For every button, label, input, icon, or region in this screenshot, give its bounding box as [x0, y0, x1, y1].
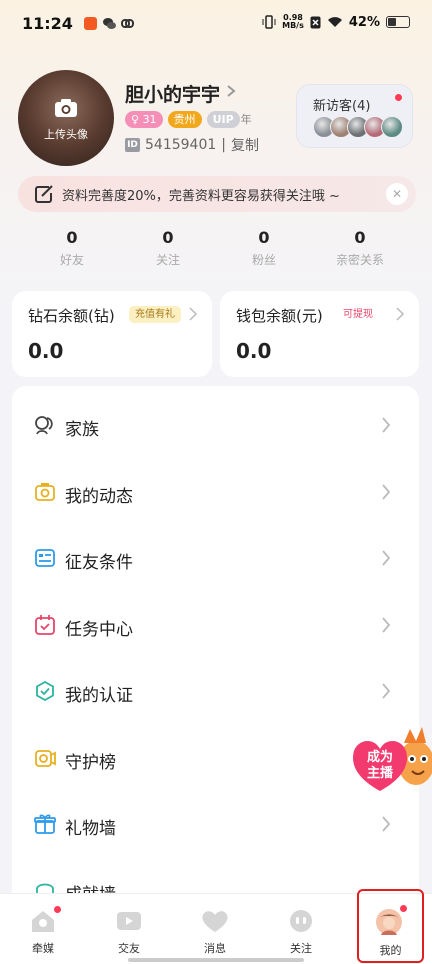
tab-messages[interactable]: 消息 [172, 894, 258, 964]
visitor-avatars [313, 116, 405, 138]
visitors-title: 新访客(4) [313, 99, 371, 114]
diamond-balance-title: 钻石余额(钻) [28, 307, 115, 325]
menu-item-task-center[interactable]: 任务中心 [12, 593, 419, 659]
withdrawable-badge: 可提现 [343, 309, 373, 320]
stat-friends[interactable]: 0 好友 [24, 228, 120, 272]
visitor-avatar [381, 116, 403, 138]
diamond-balance-card[interactable]: 钻石余额(钻) 充值有礼 0.0 [12, 291, 212, 377]
camera-icon [35, 483, 55, 501]
chevron-right-icon [189, 307, 198, 321]
chevron-right-icon [382, 417, 391, 433]
chevron-right-icon [382, 816, 391, 832]
wifi-icon [327, 17, 342, 27]
me-unread-dot [400, 905, 407, 912]
me-avatar-icon [376, 909, 402, 935]
stat-following[interactable]: 0 关注 [120, 228, 216, 272]
id-icon: ID [125, 138, 140, 152]
bottom-tab-bar: 牵媒 交友 消息 关注 我的 [0, 889, 432, 964]
recharge-gift-badge: 充值有礼 [129, 306, 181, 323]
home-unread-dot [54, 906, 61, 913]
profile-card-icon [35, 549, 55, 567]
vip-year-label: 年 [240, 113, 252, 126]
guard-icon [35, 750, 56, 767]
age-tag: ♀ 31 [125, 111, 163, 128]
status-bar: 11:24 0.98 MB/s 42% [0, 0, 432, 50]
menu-item-family[interactable]: 家族 [12, 393, 419, 459]
menu-item-gift-wall[interactable]: 礼物墙 [12, 792, 419, 858]
gift-icon [34, 814, 56, 834]
video-icon [117, 912, 141, 930]
shield-check-icon [36, 680, 54, 702]
avatar-upload[interactable]: 上传头像 [18, 70, 114, 166]
menu-item-dating-criteria[interactable]: 征友条件 [12, 526, 419, 592]
profile-tags: ♀ 31 贵州 UIP 年 [125, 111, 252, 128]
chevron-right-icon[interactable] [224, 84, 238, 98]
tab-follow[interactable]: 关注 [258, 894, 344, 964]
close-banner-button[interactable]: ✕ [386, 183, 408, 205]
stat-intimate[interactable]: 0 亲密关系 [312, 228, 408, 272]
user-id: 54159401 [145, 137, 217, 153]
menu-list: 家族 我的动态 征友条件 任务中心 我的认证 守护榜 礼物墙 成就墙 [12, 386, 419, 906]
completion-text: 资料完善度20%，完善资料更容易获得关注哦 ~ [62, 189, 340, 204]
tab-dating[interactable]: 交友 [86, 894, 172, 964]
user-id-row: ID 54159401 | 复制 [125, 135, 259, 155]
battery-percent: 42% [348, 14, 380, 30]
status-time: 11:24 [22, 14, 73, 33]
stat-fans[interactable]: 0 粉丝 [216, 228, 312, 272]
location-tag: 贵州 [167, 111, 202, 128]
vibrate-icon [262, 15, 276, 29]
camera-icon [55, 99, 77, 117]
chevron-right-icon [396, 307, 405, 321]
calendar-icon [35, 615, 55, 635]
wallet-balance-amount: 0.0 [236, 339, 272, 363]
visitors-unread-dot [395, 94, 402, 101]
net-speed: 0.98 MB/s [282, 13, 304, 30]
tab-home[interactable]: 牵媒 [0, 894, 86, 964]
tab-me[interactable]: 我的 [357, 889, 424, 963]
menu-item-my-posts[interactable]: 我的动态 [12, 460, 419, 526]
chevron-right-icon [382, 550, 391, 566]
become-host-promo[interactable]: 成为 主播 [350, 725, 432, 793]
wallet-balance-card[interactable]: 钱包余额(元) 可提现 0.0 [220, 291, 419, 377]
diamond-balance-amount: 0.0 [28, 339, 64, 363]
promo-text-line1: 成为 [367, 749, 393, 765]
upload-avatar-label: 上传头像 [44, 128, 88, 141]
heart-message-icon [202, 911, 228, 932]
edit-profile-icon [35, 185, 53, 203]
nickname[interactable]: 胆小的宇宇 [125, 80, 220, 107]
wechat-icon [103, 18, 116, 29]
link-app-icon [121, 19, 134, 28]
wallet-balance-title: 钱包余额(元) [236, 307, 323, 325]
home-indicator[interactable] [128, 958, 304, 962]
chevron-right-icon [382, 484, 391, 500]
chevron-right-icon [382, 617, 391, 633]
face-icon [290, 910, 312, 932]
family-icon [35, 416, 53, 435]
social-stats: 0 好友 0 关注 0 粉丝 0 亲密关系 [24, 228, 408, 272]
profile-completion-banner[interactable]: 资料完善度20%，完善资料更容易获得关注哦 ~ ✕ [18, 176, 416, 212]
chevron-right-icon [382, 683, 391, 699]
promo-text-line2: 主播 [367, 765, 394, 781]
new-visitors-card[interactable]: 新访客(4) [296, 84, 413, 148]
menu-item-verification[interactable]: 我的认证 [12, 659, 419, 725]
sim-off-icon [310, 16, 321, 28]
vip-tag[interactable]: UIP [206, 111, 240, 128]
home-icon [32, 911, 54, 932]
battery-icon [386, 16, 410, 28]
app-notification-icon [84, 17, 97, 30]
copy-id-button[interactable]: 复制 [231, 135, 259, 155]
id-separator: | [221, 137, 226, 153]
